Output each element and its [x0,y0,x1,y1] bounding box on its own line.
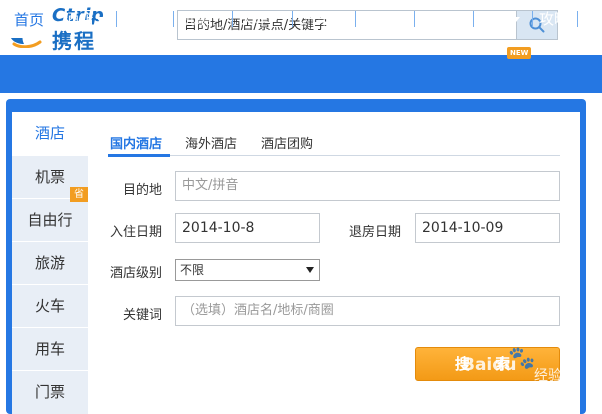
save-badge: 省 [70,187,88,202]
global-search-box [177,10,517,40]
chevron-down-icon [512,17,521,22]
nav-item-hotel[interactable]: 酒店 [64,0,105,38]
chevron-down-icon [453,17,462,22]
nav-item-ticket[interactable]: 门票 [421,0,462,38]
side-tab-train[interactable]: 火车 [12,284,88,327]
nav-item-label: 用车 [362,10,393,28]
watermark-subtext: 经验 [534,368,562,384]
nav-item-label: 全 [585,10,601,28]
chevron-down-icon [306,267,314,273]
nav-item-label: 机票 [180,10,211,28]
nav-divider [116,11,117,27]
nav-divider [473,11,474,27]
active-tab-indicator [108,154,170,157]
keyword-label: 关键词 [123,308,163,323]
checkin-date-input[interactable]: 2014-10-8 [175,213,320,243]
chevron-down-icon [96,17,105,22]
nav-divider [232,11,233,27]
nav-item-home[interactable]: 首页 [9,4,50,38]
destination-label: 目的地 [123,183,163,198]
checkin-label: 入住日期 [110,225,163,240]
nav-item-label: 火车 [239,10,270,28]
nav-divider [355,11,356,27]
nav-item-car[interactable]: 用车 [362,0,403,38]
nav-item-train[interactable]: 火车 [239,0,280,38]
chevron-down-icon [394,17,403,22]
nav-item-label: 酒店 [64,10,95,28]
nav-item-groupbuy[interactable]: 团购 [480,0,521,38]
chevron-down-icon [212,17,221,22]
chevron-down-icon [153,17,162,22]
hotel-level-label: 酒店级别 [110,266,163,281]
checkout-label: 退房日期 [349,225,402,240]
nav-divider [577,11,578,27]
side-tab-ticket[interactable]: 门票 [12,370,88,413]
ctrip-page: Ctrip 携程 首页 酒店 旅游 机票 火车 汽车票 用车 门票 团购 攻略 … [0,0,602,414]
nav-item-label: 攻略 [539,10,570,28]
nav-item-all[interactable]: 全 [585,0,600,38]
tab-divider [108,155,560,156]
nav-item-travel[interactable]: 旅游 [121,0,162,38]
side-tab-car[interactable]: 用车 [12,327,88,370]
nav-divider [532,11,533,27]
side-tab-hotel[interactable]: 酒店 [12,112,88,155]
hotel-level-select[interactable]: 不限 [175,259,320,281]
nav-item-flight[interactable]: 机票 [180,0,221,38]
tab-hotel-groupbuy[interactable]: 酒店团购 [261,133,313,152]
side-tab-travel[interactable]: 旅游 [12,241,88,284]
global-search-input[interactable] [178,11,516,39]
chevron-down-icon [271,17,280,22]
side-tab-independent-travel[interactable]: 自由行 [12,198,88,241]
nav-item-label: 门票 [421,10,452,28]
main-nav [0,55,602,93]
nav-divider [292,11,293,27]
destination-input[interactable]: 中文/拼音 [175,171,560,201]
tab-overseas-hotel[interactable]: 海外酒店 [185,133,237,152]
nav-item-guide[interactable]: 攻略 [539,0,569,38]
hotel-level-value: 不限 [180,263,205,277]
nav-item-label: 汽车票 [301,10,347,28]
nav-divider [414,11,415,27]
nav-item-label: 旅游 [121,10,152,28]
new-badge: NEW [507,47,532,59]
tab-domestic-hotel[interactable]: 国内酒店 [110,133,162,152]
paw-watermark-icon: 🐾 [508,346,536,371]
nav-item-label: 首页 [14,11,45,29]
checkout-date-input[interactable]: 2014-10-09 [415,213,560,243]
nav-item-label: 团购 [480,10,511,28]
nav-item-bus[interactable]: 汽车票 [301,0,346,38]
nav-divider [173,11,174,27]
keyword-input[interactable]: （选填）酒店名/地标/商圈 [175,296,560,326]
